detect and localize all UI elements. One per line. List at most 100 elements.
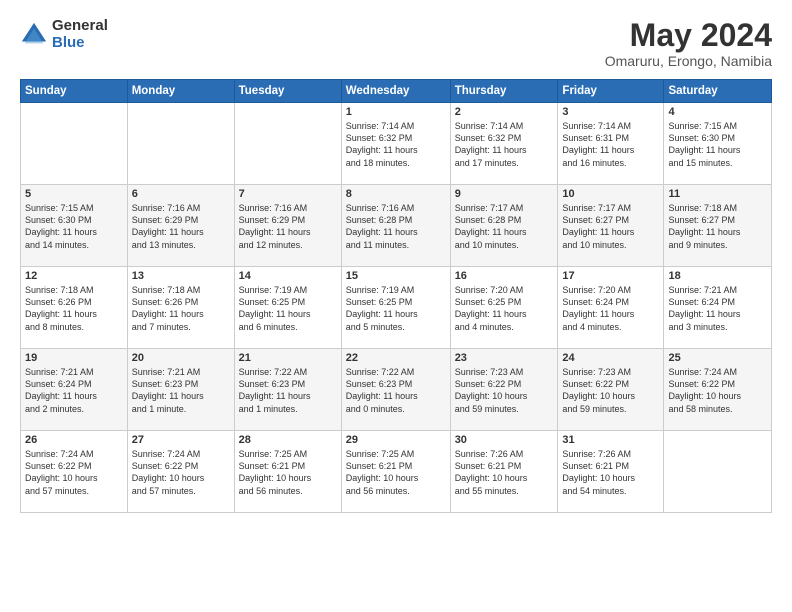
table-row: 9Sunrise: 7:17 AM Sunset: 6:28 PM Daylig… (450, 185, 558, 267)
table-row: 4Sunrise: 7:15 AM Sunset: 6:30 PM Daylig… (664, 103, 772, 185)
day-number: 4 (668, 106, 767, 118)
table-row: 12 Sunrise: 7:18 AM Sunset: 6:26 PM Dayli… (21, 267, 128, 349)
col-thursday: Thursday (450, 80, 558, 103)
table-row: 15 Sunrise: 7:19 AM Sunset: 6:25 PM Dayli… (341, 267, 450, 349)
title-block: May 2024 Omaruru, Erongo, Namibia (605, 18, 772, 69)
day-info: Sunrise: 7:14 AM Sunset: 6:32 PM Dayligh… (455, 120, 554, 169)
day-number: 25 (668, 352, 767, 364)
day-number: 22 (346, 352, 446, 364)
table-row (234, 103, 341, 185)
table-row: 3Sunrise: 7:14 AM Sunset: 6:31 PM Daylig… (558, 103, 664, 185)
logo-general-text: General (52, 18, 108, 35)
table-row: 24 Sunrise: 7:23 AM Sunset: 6:22 PM Dayli… (558, 349, 664, 431)
header: General Blue May 2024 Omaruru, Erongo, N… (20, 18, 772, 69)
day-info: Sunrise: 7:26 AM Sunset: 6:21 PM Dayligh… (562, 448, 659, 497)
col-tuesday: Tuesday (234, 80, 341, 103)
day-number: 13 (132, 270, 230, 282)
day-number: 31 (562, 434, 659, 446)
table-row: 27Sunrise: 7:24 AM Sunset: 6:22 PM Dayli… (127, 431, 234, 513)
day-info: Sunrise: 7:16 AM Sunset: 6:29 PM Dayligh… (239, 202, 337, 251)
day-number: 28 (239, 434, 337, 446)
table-row: 10 Sunrise: 7:17 AM Sunset: 6:27 PM Dayli… (558, 185, 664, 267)
table-row: 20 Sunrise: 7:21 AM Sunset: 6:23 PM Dayli… (127, 349, 234, 431)
table-row: 30 Sunrise: 7:26 AM Sunset: 6:21 PM Dayli… (450, 431, 558, 513)
table-row: 14 Sunrise: 7:19 AM Sunset: 6:25 PM Dayli… (234, 267, 341, 349)
day-number: 2 (455, 106, 554, 118)
logo-text: General Blue (52, 18, 108, 51)
day-info: Sunrise: 7:17 AM Sunset: 6:27 PM Dayligh… (562, 202, 659, 251)
day-info: Sunrise: 7:21 AM Sunset: 6:24 PM Dayligh… (668, 284, 767, 333)
table-row (664, 431, 772, 513)
day-info: Sunrise: 7:17 AM Sunset: 6:28 PM Dayligh… (455, 202, 554, 251)
col-saturday: Saturday (664, 80, 772, 103)
day-info: Sunrise: 7:22 AM Sunset: 6:23 PM Dayligh… (239, 366, 337, 415)
calendar-location: Omaruru, Erongo, Namibia (605, 53, 772, 69)
day-info: Sunrise: 7:16 AM Sunset: 6:28 PM Dayligh… (346, 202, 446, 251)
day-info: Sunrise: 7:14 AM Sunset: 6:32 PM Dayligh… (346, 120, 446, 169)
day-number: 18 (668, 270, 767, 282)
day-info: Sunrise: 7:21 AM Sunset: 6:24 PM Dayligh… (25, 366, 123, 415)
day-number: 24 (562, 352, 659, 364)
calendar-week-row: 1Sunrise: 7:14 AM Sunset: 6:32 PM Daylig… (21, 103, 772, 185)
table-row: 28 Sunrise: 7:25 AM Sunset: 6:21 PM Dayli… (234, 431, 341, 513)
day-number: 5 (25, 188, 123, 200)
table-row: 31 Sunrise: 7:26 AM Sunset: 6:21 PM Dayli… (558, 431, 664, 513)
day-number: 26 (25, 434, 123, 446)
table-row: 18 Sunrise: 7:21 AM Sunset: 6:24 PM Dayli… (664, 267, 772, 349)
calendar-title: May 2024 (605, 18, 772, 53)
day-info: Sunrise: 7:23 AM Sunset: 6:22 PM Dayligh… (455, 366, 554, 415)
day-number: 12 (25, 270, 123, 282)
calendar-week-row: 12 Sunrise: 7:18 AM Sunset: 6:26 PM Dayli… (21, 267, 772, 349)
day-number: 21 (239, 352, 337, 364)
day-number: 15 (346, 270, 446, 282)
day-info: Sunrise: 7:19 AM Sunset: 6:25 PM Dayligh… (239, 284, 337, 333)
table-row: 19Sunrise: 7:21 AM Sunset: 6:24 PM Dayli… (21, 349, 128, 431)
table-row: 13 Sunrise: 7:18 AM Sunset: 6:26 PM Dayli… (127, 267, 234, 349)
day-number: 11 (668, 188, 767, 200)
day-info: Sunrise: 7:19 AM Sunset: 6:25 PM Dayligh… (346, 284, 446, 333)
col-wednesday: Wednesday (341, 80, 450, 103)
day-number: 20 (132, 352, 230, 364)
table-row: 7Sunrise: 7:16 AM Sunset: 6:29 PM Daylig… (234, 185, 341, 267)
table-row: 1Sunrise: 7:14 AM Sunset: 6:32 PM Daylig… (341, 103, 450, 185)
day-info: Sunrise: 7:21 AM Sunset: 6:23 PM Dayligh… (132, 366, 230, 415)
table-row: 16Sunrise: 7:20 AM Sunset: 6:25 PM Dayli… (450, 267, 558, 349)
table-row: 11 Sunrise: 7:18 AM Sunset: 6:27 PM Dayli… (664, 185, 772, 267)
logo-blue-text: Blue (52, 35, 108, 52)
day-info: Sunrise: 7:15 AM Sunset: 6:30 PM Dayligh… (25, 202, 123, 251)
day-info: Sunrise: 7:25 AM Sunset: 6:21 PM Dayligh… (239, 448, 337, 497)
table-row: 5 Sunrise: 7:15 AM Sunset: 6:30 PM Daylig… (21, 185, 128, 267)
col-friday: Friday (558, 80, 664, 103)
day-info: Sunrise: 7:16 AM Sunset: 6:29 PM Dayligh… (132, 202, 230, 251)
table-row: 25Sunrise: 7:24 AM Sunset: 6:22 PM Dayli… (664, 349, 772, 431)
logo-icon (20, 21, 48, 49)
day-number: 29 (346, 434, 446, 446)
day-number: 30 (455, 434, 554, 446)
table-row: 17Sunrise: 7:20 AM Sunset: 6:24 PM Dayli… (558, 267, 664, 349)
page: General Blue May 2024 Omaruru, Erongo, N… (0, 0, 792, 612)
day-info: Sunrise: 7:25 AM Sunset: 6:21 PM Dayligh… (346, 448, 446, 497)
col-monday: Monday (127, 80, 234, 103)
table-row: 26Sunrise: 7:24 AM Sunset: 6:22 PM Dayli… (21, 431, 128, 513)
day-info: Sunrise: 7:18 AM Sunset: 6:26 PM Dayligh… (25, 284, 123, 333)
day-number: 17 (562, 270, 659, 282)
day-info: Sunrise: 7:23 AM Sunset: 6:22 PM Dayligh… (562, 366, 659, 415)
calendar-table: Sunday Monday Tuesday Wednesday Thursday… (20, 79, 772, 513)
day-number: 14 (239, 270, 337, 282)
day-number: 10 (562, 188, 659, 200)
calendar-week-row: 5 Sunrise: 7:15 AM Sunset: 6:30 PM Daylig… (21, 185, 772, 267)
table-row: 29 Sunrise: 7:25 AM Sunset: 6:21 PM Dayli… (341, 431, 450, 513)
day-info: Sunrise: 7:26 AM Sunset: 6:21 PM Dayligh… (455, 448, 554, 497)
day-number: 3 (562, 106, 659, 118)
table-row: 8Sunrise: 7:16 AM Sunset: 6:28 PM Daylig… (341, 185, 450, 267)
day-info: Sunrise: 7:24 AM Sunset: 6:22 PM Dayligh… (132, 448, 230, 497)
table-row: 23 Sunrise: 7:23 AM Sunset: 6:22 PM Dayli… (450, 349, 558, 431)
table-row: 22Sunrise: 7:22 AM Sunset: 6:23 PM Dayli… (341, 349, 450, 431)
day-info: Sunrise: 7:18 AM Sunset: 6:26 PM Dayligh… (132, 284, 230, 333)
day-info: Sunrise: 7:18 AM Sunset: 6:27 PM Dayligh… (668, 202, 767, 251)
table-row: 6 Sunrise: 7:16 AM Sunset: 6:29 PM Daylig… (127, 185, 234, 267)
day-info: Sunrise: 7:20 AM Sunset: 6:25 PM Dayligh… (455, 284, 554, 333)
day-number: 6 (132, 188, 230, 200)
day-number: 23 (455, 352, 554, 364)
table-row: 21 Sunrise: 7:22 AM Sunset: 6:23 PM Dayli… (234, 349, 341, 431)
